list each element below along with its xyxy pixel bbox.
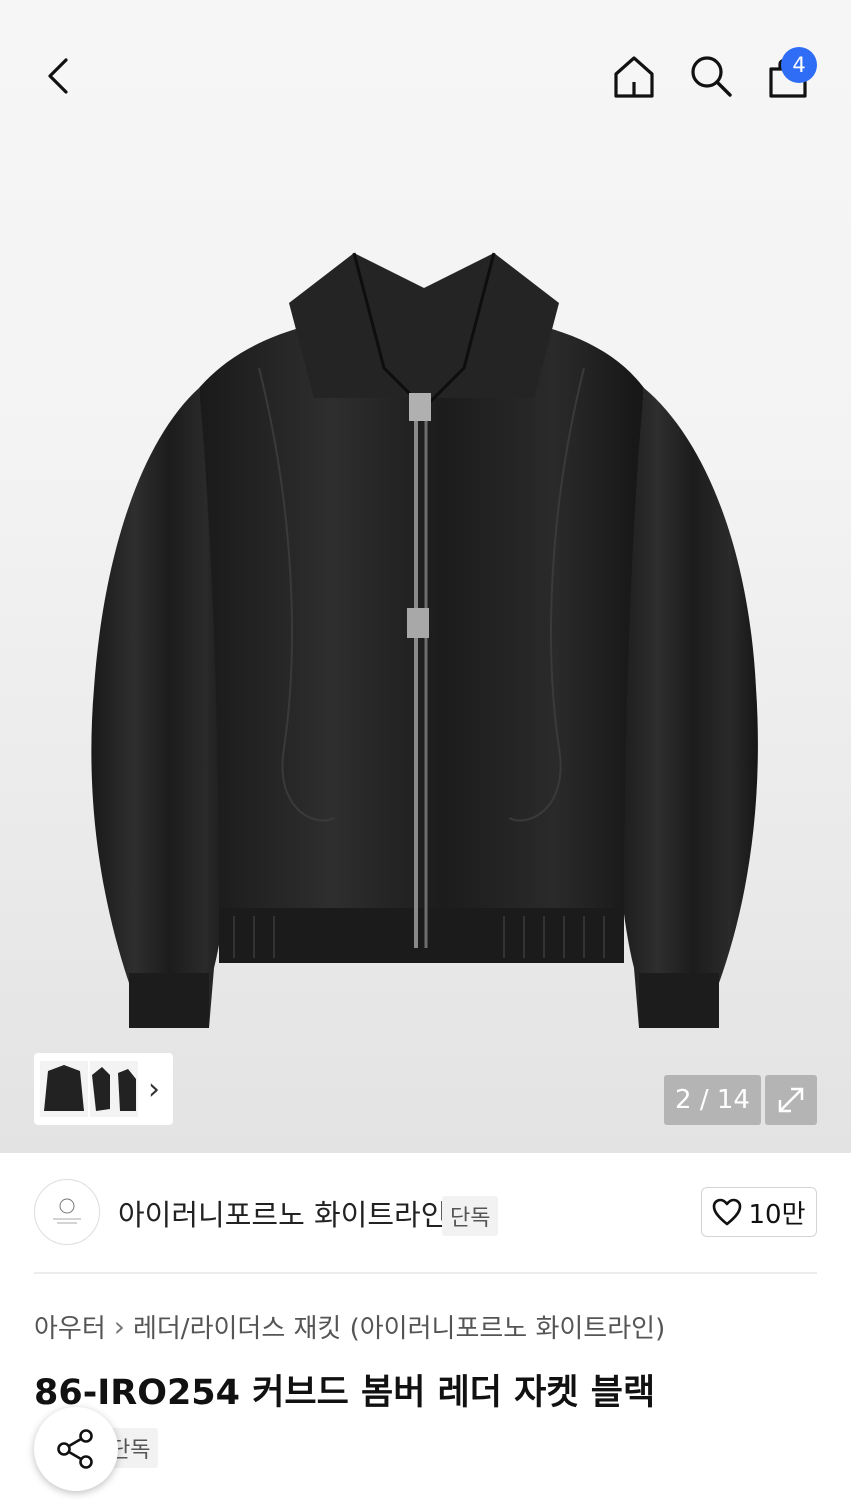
thumbnail-images <box>40 1061 138 1117</box>
exclusive-tag: 단독 <box>442 1196 499 1236</box>
expand-image-button[interactable] <box>765 1075 817 1125</box>
heart-icon <box>713 1198 742 1226</box>
breadcrumb-leaf[interactable]: 레더/라이더스 재킷 (아이러니포르노 화이트라인) <box>133 1308 665 1345</box>
store-name[interactable]: 아이러니포르노 화이트라인 <box>118 1192 447 1234</box>
store-logo-mark <box>53 1198 81 1224</box>
product-image <box>91 252 758 1028</box>
thumbnails-next-arrow[interactable]: › <box>148 1072 160 1107</box>
home-button[interactable] <box>606 48 662 104</box>
home-icon <box>614 56 654 98</box>
product-title: 86-IRO254 커브드 봄버 레더 자켓 블랙 <box>34 1373 656 1413</box>
breadcrumb: 아우터 › 레더/라이더스 재킷 (아이러니포르노 화이트라인) <box>34 1308 665 1345</box>
cart-count-badge: 4 <box>781 47 817 83</box>
image-thumbnail-strip[interactable]: › <box>34 1053 173 1125</box>
image-counter: 2 / 14 <box>664 1075 761 1125</box>
breadcrumb-root[interactable]: 아우터 <box>34 1308 106 1345</box>
divider <box>34 1272 817 1274</box>
store-logo[interactable] <box>34 1179 100 1245</box>
back-button[interactable] <box>32 48 88 104</box>
search-button[interactable] <box>683 48 739 104</box>
share-icon <box>57 1429 93 1469</box>
like-count: 10만 <box>748 1199 806 1230</box>
chevron-right-icon: › <box>113 1310 125 1343</box>
expand-icon <box>778 1087 804 1113</box>
chevron-left-icon <box>48 58 68 94</box>
share-button[interactable] <box>34 1407 118 1491</box>
product-image-gallery[interactable]: 4 › 2 / 14 <box>0 0 851 1153</box>
like-button[interactable]: 10만 <box>701 1187 817 1237</box>
search-icon <box>691 56 732 97</box>
